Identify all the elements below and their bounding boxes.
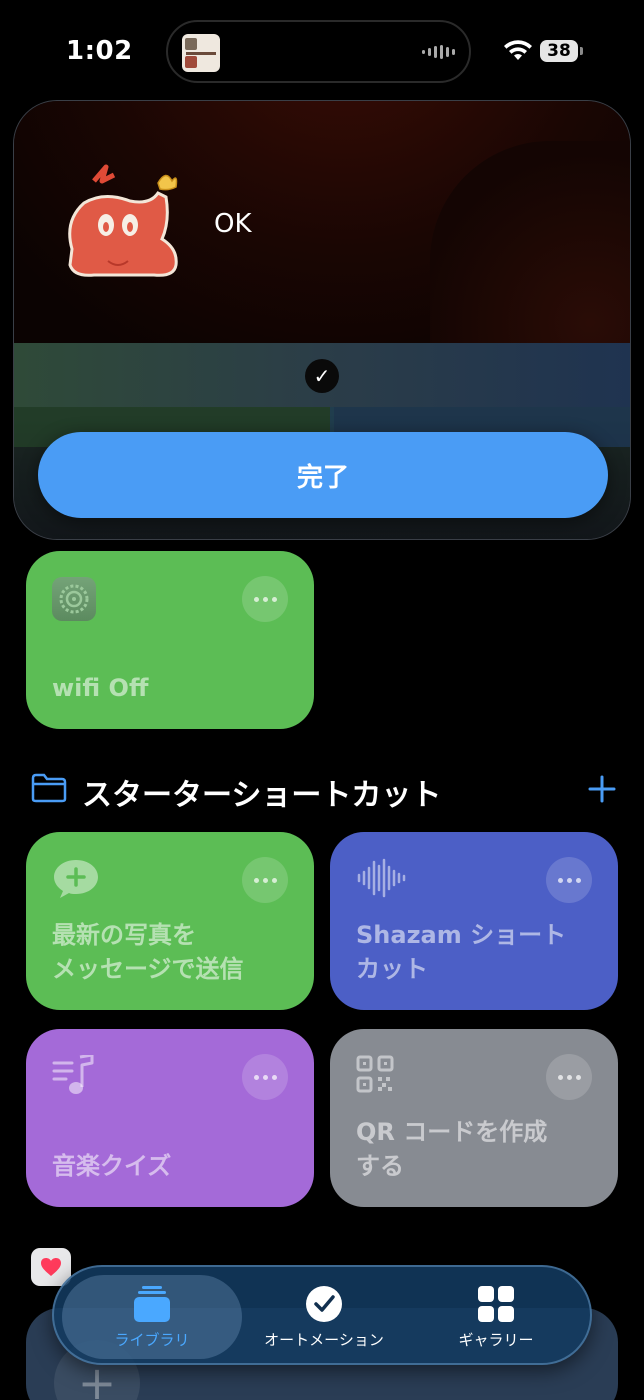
mascot-sticker-icon <box>68 164 178 277</box>
wifi-icon <box>504 40 532 60</box>
settings-icon <box>52 577 96 621</box>
battery-tip <box>580 47 583 55</box>
qr-code-icon <box>356 1055 394 1093</box>
battery-indicator: 38 <box>540 40 578 62</box>
result-message: OK <box>214 209 252 239</box>
shortcut-label: QR コードを作成 する <box>356 1118 548 1180</box>
done-button[interactable]: 完了 <box>38 432 608 518</box>
dynamic-island[interactable] <box>166 20 471 83</box>
status-time: 1:02 <box>66 36 133 66</box>
tab-library[interactable]: ライブラリ <box>62 1275 242 1359</box>
shortcut-result-sheet: OK ✓ 完了 <box>13 100 631 540</box>
shortcut-tile-send-latest-photo[interactable]: 最新の写真を メッセージで送信 <box>26 832 314 1010</box>
shortcut-label: wifi Off <box>52 674 149 702</box>
tab-automation[interactable]: オートメーション <box>234 1275 414 1359</box>
automation-icon <box>306 1285 342 1322</box>
now-playing-artwork <box>182 34 220 72</box>
shortcut-tile-wifi-off[interactable]: wifi Off <box>26 551 314 729</box>
checkmark-icon: ✓ <box>305 359 339 393</box>
shortcut-label: 音楽クイズ <box>52 1152 172 1180</box>
folder-icon <box>31 773 67 803</box>
shortcut-tile-music-quiz[interactable]: 音楽クイズ <box>26 1029 314 1207</box>
more-options-button[interactable] <box>242 576 288 622</box>
tab-label: ギャラリー <box>458 1330 534 1349</box>
shortcut-label: 最新の写真を メッセージで送信 <box>52 921 244 983</box>
tab-label: ライブラリ <box>114 1330 190 1349</box>
shortcut-tile-create-qr-code[interactable]: QR コードを作成 する <box>330 1029 618 1207</box>
more-options-button[interactable] <box>546 1054 592 1100</box>
shortcut-label: Shazam ショート カット <box>356 921 567 983</box>
library-icon <box>134 1285 170 1322</box>
more-options-button[interactable] <box>242 1054 288 1100</box>
more-options-button[interactable] <box>546 857 592 903</box>
music-list-icon <box>52 1055 94 1094</box>
tab-label: オートメーション <box>264 1330 384 1349</box>
add-shortcut-icon[interactable] <box>587 774 617 804</box>
message-plus-icon <box>54 860 98 898</box>
gallery-icon <box>478 1285 514 1322</box>
audio-waveform-icon <box>422 45 455 59</box>
folder-title: スターターショートカット <box>82 778 442 813</box>
shortcut-tile-shazam[interactable]: Shazam ショート カット <box>330 832 618 1010</box>
waveform-icon <box>357 858 406 898</box>
tab-gallery[interactable]: ギャラリー <box>406 1275 586 1359</box>
tab-bar: ライブラリ オートメーション ギャラリー <box>52 1265 592 1365</box>
more-options-button[interactable] <box>242 857 288 903</box>
